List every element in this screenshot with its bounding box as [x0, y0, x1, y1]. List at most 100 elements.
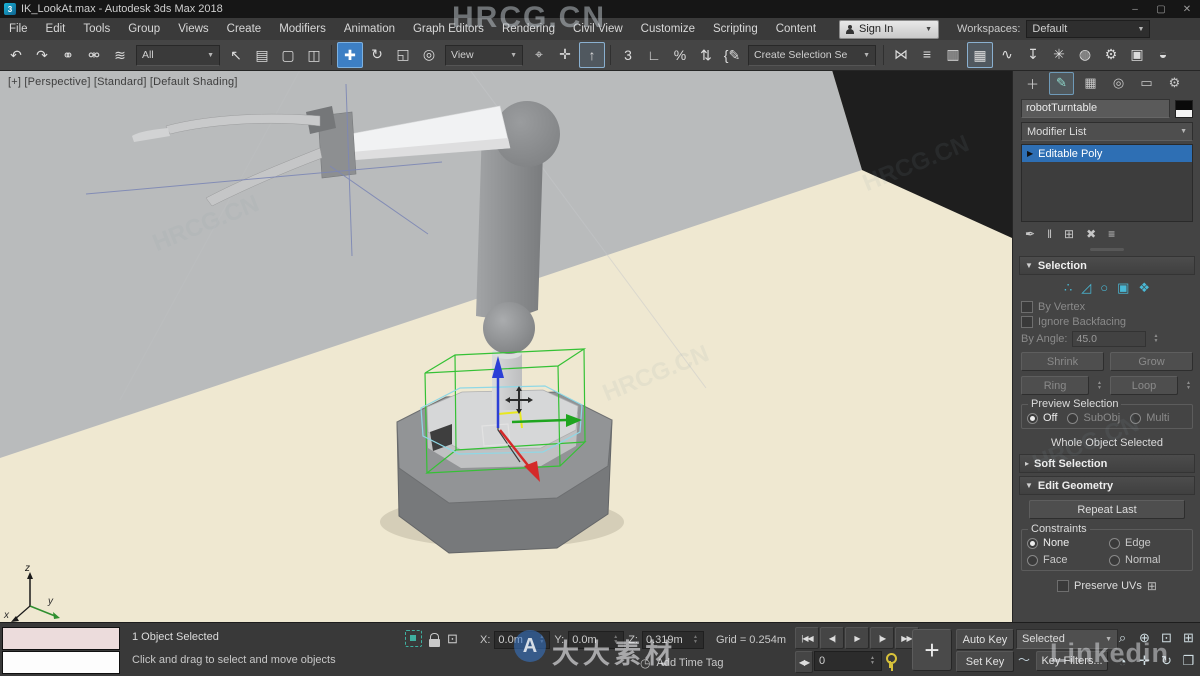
- edge-subobject-button[interactable]: ◿: [1081, 280, 1091, 296]
- sign-in-button[interactable]: Sign In ▼: [839, 19, 940, 39]
- loop-button[interactable]: Loop: [1110, 376, 1178, 395]
- grow-button[interactable]: Grow: [1110, 352, 1193, 371]
- tab-hierarchy[interactable]: ▦: [1079, 73, 1102, 94]
- bind-to-space-warp-button[interactable]: ≋: [108, 43, 132, 67]
- panel-resize-grip[interactable]: [1013, 246, 1200, 253]
- key-icon[interactable]: [883, 651, 897, 669]
- repeat-last-button[interactable]: Repeat Last: [1029, 500, 1185, 519]
- undo-button[interactable]: ↶: [4, 43, 28, 67]
- select-and-scale-button[interactable]: ◱: [391, 42, 415, 66]
- minimize-button[interactable]: –: [1122, 4, 1148, 15]
- add-time-tag[interactable]: ◷ Add Time Tag: [640, 656, 724, 670]
- configure-modifier-sets-button[interactable]: ≡: [1108, 227, 1115, 241]
- current-frame-field[interactable]: 0 ▲ ▼: [814, 651, 882, 671]
- schematic-view-button[interactable]: ✳: [1047, 42, 1071, 66]
- listener-macro-row[interactable]: [2, 627, 120, 650]
- selection-filter-dropdown[interactable]: All ▼: [136, 44, 220, 66]
- menu-rendering[interactable]: Rendering: [493, 18, 564, 40]
- menu-customize[interactable]: Customize: [632, 18, 704, 40]
- orbit-button[interactable]: ↻: [1156, 650, 1177, 672]
- play-button[interactable]: ▶: [845, 627, 869, 649]
- menu-content[interactable]: Content: [767, 18, 825, 40]
- spinner-arrows-icon[interactable]: ▲ ▼: [691, 635, 700, 645]
- spinner-arrows-icon[interactable]: ▲ ▼: [537, 635, 546, 645]
- preview-subobj-radio[interactable]: SubObj: [1067, 412, 1120, 424]
- menu-file[interactable]: File: [0, 18, 37, 40]
- tab-create[interactable]: ＋: [1021, 73, 1044, 94]
- menu-edit[interactable]: Edit: [37, 18, 75, 40]
- remove-modifier-button[interactable]: ✖: [1086, 227, 1096, 241]
- y-coordinate-field[interactable]: 0.0m ▲ ▼: [568, 631, 625, 649]
- isolate-selection-toggle[interactable]: [405, 630, 422, 647]
- element-subobject-button[interactable]: ❖: [1138, 280, 1150, 296]
- ring-button[interactable]: Ring: [1021, 376, 1089, 395]
- next-frame-button[interactable]: |▶: [870, 627, 894, 649]
- show-end-result-button[interactable]: ‖: [1047, 227, 1052, 241]
- zoom-extents-button[interactable]: ⊡: [1156, 627, 1177, 649]
- shrink-button[interactable]: Shrink: [1021, 352, 1104, 371]
- mirror-button[interactable]: ⋈: [889, 42, 913, 66]
- viewport-label[interactable]: [+] [Perspective] [Standard] [Default Sh…: [8, 76, 238, 88]
- percent-snap-button[interactable]: %: [668, 43, 692, 67]
- set-keys-button[interactable]: +: [912, 629, 952, 671]
- maximize-viewport-button[interactable]: ❒: [1178, 650, 1199, 672]
- rollout-soft-selection-header[interactable]: ▸ Soft Selection: [1019, 454, 1195, 473]
- rectangular-selection-region-button[interactable]: ▢: [276, 43, 300, 67]
- expand-arrow-icon[interactable]: ▶: [1027, 149, 1033, 158]
- key-mode-toggle[interactable]: ◀▶: [795, 651, 813, 673]
- workspace-dropdown[interactable]: Default ▼: [1026, 20, 1151, 38]
- select-and-rotate-button[interactable]: ↻: [365, 42, 389, 66]
- set-key-button[interactable]: Set Key: [956, 651, 1014, 672]
- constraint-none-radio[interactable]: None: [1027, 537, 1105, 549]
- select-and-link-button[interactable]: ⚭: [56, 43, 80, 67]
- listener-script-row[interactable]: [2, 651, 120, 674]
- selection-lock-icon[interactable]: [429, 632, 440, 647]
- spinner-arrows-icon[interactable]: ▲ ▼: [868, 656, 877, 666]
- select-by-name-button[interactable]: ▤: [250, 43, 274, 67]
- preview-off-radio[interactable]: Off: [1027, 412, 1057, 424]
- rendered-frame-button[interactable]: ▣: [1125, 42, 1149, 66]
- by-angle-field[interactable]: 45.0: [1072, 331, 1147, 347]
- menu-create[interactable]: Create: [218, 18, 271, 40]
- by-vertex-checkbox[interactable]: By Vertex: [1021, 301, 1193, 313]
- stack-item-editable-poly[interactable]: ▶ Editable Poly: [1022, 145, 1192, 162]
- key-filters-button[interactable]: Key Filters...: [1036, 651, 1108, 671]
- viewport-canvas[interactable]: z y x: [0, 70, 1012, 622]
- constraint-edge-radio[interactable]: Edge: [1109, 537, 1187, 549]
- menu-views[interactable]: Views: [169, 18, 217, 40]
- zoom-all-button[interactable]: ⊕: [1134, 627, 1155, 649]
- spinner-snap-button[interactable]: ⇅: [694, 43, 718, 67]
- vertex-subobject-button[interactable]: ∴: [1064, 280, 1072, 296]
- close-button[interactable]: ✕: [1174, 4, 1200, 15]
- modifier-list-dropdown[interactable]: Modifier List ▼: [1021, 122, 1193, 141]
- render-setup-button[interactable]: ⚙: [1099, 42, 1123, 66]
- layer-explorer-button[interactable]: ▦: [967, 42, 993, 68]
- menu-modifiers[interactable]: Modifiers: [270, 18, 335, 40]
- use-pivot-point-center-button[interactable]: ⌖: [527, 42, 551, 66]
- select-and-place-button[interactable]: ◎: [417, 42, 441, 66]
- window-crossing-button[interactable]: ◫: [302, 43, 326, 67]
- unlink-selection-button[interactable]: ⚮: [82, 43, 106, 67]
- constraint-face-radio[interactable]: Face: [1027, 554, 1105, 566]
- menu-scripting[interactable]: Scripting: [704, 18, 767, 40]
- object-color-swatch[interactable]: [1175, 99, 1193, 118]
- perspective-viewport[interactable]: z y x [+] [Perspective] [Standard] [Defa…: [0, 70, 1012, 622]
- auto-key-button[interactable]: Auto Key: [956, 629, 1014, 650]
- spinner-arrows-icon[interactable]: ▲ ▼: [611, 635, 620, 645]
- menu-animation[interactable]: Animation: [335, 18, 404, 40]
- ignore-backfacing-checkbox[interactable]: Ignore Backfacing: [1021, 316, 1193, 328]
- material-editor-button[interactable]: ◍: [1073, 42, 1097, 66]
- menu-civil-view[interactable]: Civil View: [564, 18, 632, 40]
- polygon-subobject-button[interactable]: ▣: [1117, 280, 1129, 296]
- spinner-arrows-icon[interactable]: ▲ ▼: [1151, 334, 1160, 344]
- key-selected-dropdown[interactable]: Selected ▼: [1016, 629, 1118, 649]
- maximize-button[interactable]: ▢: [1148, 4, 1174, 15]
- tab-modify[interactable]: ✎: [1049, 71, 1074, 95]
- object-name-field[interactable]: robotTurntable: [1021, 99, 1170, 118]
- select-and-move-button[interactable]: ✚: [337, 42, 363, 68]
- angle-snap-button[interactable]: ∟: [642, 43, 666, 67]
- z-coordinate-field[interactable]: 0.319m ▲ ▼: [641, 631, 704, 649]
- snap-toggle-3d-button[interactable]: 3: [616, 43, 640, 67]
- preserve-uvs-settings-icon[interactable]: ⊞: [1147, 579, 1157, 593]
- spinner-arrows-icon[interactable]: ▲ ▼: [1095, 380, 1104, 391]
